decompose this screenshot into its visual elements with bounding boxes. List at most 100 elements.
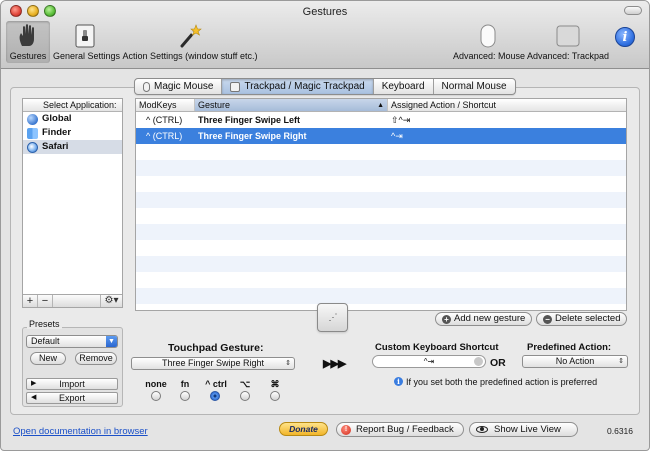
- switch-icon: [53, 23, 117, 49]
- list-item-global[interactable]: Global: [23, 112, 122, 126]
- remove-preset-button[interactable]: Remove: [75, 352, 117, 365]
- info-small-icon: i: [394, 377, 403, 386]
- updown-icon: ⇕: [285, 360, 291, 367]
- toolbar-advanced-mouse[interactable]: Advanced: Mouse: [453, 23, 526, 61]
- modifier-radio-fn[interactable]: [180, 391, 190, 401]
- toolbar-action-settings-label: Action Settings (window stuff etc.): [122, 51, 258, 61]
- cell-action: ^⇥: [391, 131, 403, 141]
- predefined-action-value: No Action: [555, 356, 595, 366]
- tab-trackpad[interactable]: Trackpad / Magic Trackpad: [222, 79, 374, 94]
- cell-gesture: Three Finger Swipe Left: [198, 115, 301, 125]
- clear-icon[interactable]: [474, 357, 483, 366]
- column-gesture-label: Gesture: [198, 100, 231, 110]
- toolbar-toggle-button[interactable]: [624, 6, 642, 15]
- toolbar-general-settings[interactable]: General Settings: [53, 23, 121, 61]
- empty-row: [136, 240, 626, 256]
- chevron-down-icon: ▼: [106, 336, 117, 347]
- list-item-safari[interactable]: Safari: [23, 140, 122, 154]
- arrows-indicator: ▶▶▶: [323, 358, 346, 370]
- modifier-radio-none[interactable]: [151, 391, 161, 401]
- import-label: Import: [59, 379, 85, 389]
- three-dots-icon: ⋰: [328, 312, 338, 322]
- tab-normal-mouse-label: Normal Mouse: [441, 81, 507, 92]
- export-label: Export: [58, 393, 85, 403]
- app-window: Gestures Gestures General Settings Actio…: [0, 0, 650, 451]
- remove-application-button[interactable]: −: [38, 295, 53, 307]
- magic-mouse-icon: [143, 81, 150, 92]
- cell-modkeys: ^ (CTRL): [146, 115, 183, 125]
- toolbar-gestures-label: Gestures: [9, 51, 47, 61]
- shortcut-field-value: ^⇥: [423, 357, 435, 366]
- tab-magic-mouse[interactable]: Magic Mouse: [135, 79, 223, 94]
- predefined-action-select[interactable]: No Action ⇕: [522, 355, 628, 368]
- predefined-action-title: Predefined Action:: [527, 342, 612, 353]
- gesture-table: ModKeys Gesture ▲ Assigned Action / Short…: [135, 98, 627, 311]
- add-application-button[interactable]: +: [23, 295, 38, 307]
- modifier-radio-command[interactable]: [270, 391, 280, 401]
- import-button[interactable]: ▶ Import: [26, 378, 118, 390]
- tab-magic-mouse-label: Magic Mouse: [154, 81, 214, 92]
- documentation-link[interactable]: Open documentation in browser: [13, 426, 148, 437]
- empty-row: [136, 208, 626, 224]
- report-bug-label: Report Bug / Feedback: [356, 424, 454, 435]
- list-item-finder[interactable]: Finder: [23, 126, 122, 140]
- delete-gesture-button[interactable]: − Delete selected: [536, 312, 628, 326]
- device-tabs: Magic Mouse Trackpad / Magic Trackpad Ke…: [134, 78, 516, 95]
- list-item-label: Safari: [42, 141, 69, 152]
- empty-row: [136, 176, 626, 192]
- preset-select-value: Default: [31, 336, 60, 346]
- trackpad-tab-icon: [230, 81, 241, 92]
- gear-icon[interactable]: ⚙▾: [100, 295, 122, 307]
- trackpad-preview-button[interactable]: ⋰: [317, 303, 348, 332]
- empty-row: [136, 288, 626, 304]
- custom-shortcut-title: Custom Keyboard Shortcut: [375, 342, 499, 353]
- application-list: Select Application: Global Finder Safari…: [22, 98, 123, 308]
- report-bug-button[interactable]: ! Report Bug / Feedback: [336, 422, 464, 437]
- column-gesture[interactable]: Gesture ▲: [195, 99, 388, 111]
- modifier-label-fn: fn: [180, 379, 190, 389]
- triangle-right-icon: ▶: [31, 380, 37, 387]
- tab-keyboard-label: Keyboard: [381, 81, 425, 92]
- plus-icon: +: [442, 314, 451, 324]
- touchpad-gesture-title: Touchpad Gesture:: [168, 342, 264, 354]
- gesture-table-header: ModKeys Gesture ▲ Assigned Action / Short…: [136, 99, 626, 112]
- modifier-radio-ctrl[interactable]: [210, 391, 220, 401]
- empty-row: [136, 144, 626, 160]
- toolbar-gestures[interactable]: Gestures: [6, 21, 50, 63]
- live-view-button[interactable]: Show Live View: [469, 422, 578, 437]
- empty-row: [136, 224, 626, 240]
- toolbar-advanced-mouse-label: Advanced: Mouse: [453, 51, 526, 61]
- add-gesture-button[interactable]: + Add new gesture: [435, 312, 533, 326]
- export-button[interactable]: ◀ Export: [26, 392, 118, 404]
- modifier-label-none: none: [145, 379, 167, 389]
- toolbar: Gestures Gestures General Settings Actio…: [1, 1, 649, 69]
- tab-keyboard[interactable]: Keyboard: [374, 79, 434, 94]
- toolbar-advanced-trackpad[interactable]: Advanced: Trackpad: [527, 23, 609, 61]
- column-assigned-action[interactable]: Assigned Action / Shortcut: [388, 99, 626, 111]
- globe-icon: [27, 113, 38, 125]
- toolbar-action-settings[interactable]: Action Settings (window stuff etc.): [121, 23, 259, 61]
- eye-icon: [476, 426, 488, 433]
- donate-button[interactable]: Donate: [279, 422, 328, 436]
- cell-gesture: Three Finger Swipe Right: [198, 131, 307, 141]
- info-icon[interactable]: i: [615, 27, 635, 47]
- or-label: OR: [490, 357, 506, 369]
- trackpad-icon: [527, 23, 609, 49]
- sort-ascending-icon: ▲: [377, 102, 384, 109]
- new-preset-button[interactable]: New: [30, 352, 66, 365]
- tab-normal-mouse[interactable]: Normal Mouse: [434, 79, 515, 94]
- modifier-label-ctrl: ^ ctrl: [205, 379, 227, 389]
- toolbar-general-settings-label: General Settings: [53, 51, 121, 61]
- touchpad-gesture-select[interactable]: Three Finger Swipe Right ⇕: [131, 357, 295, 370]
- cell-modkeys: ^ (CTRL): [146, 131, 183, 141]
- shortcut-field[interactable]: ^⇥: [372, 355, 486, 368]
- table-row[interactable]: ^ (CTRL) Three Finger Swipe Left ⇧^⇥: [136, 112, 626, 128]
- touchpad-gesture-value: Three Finger Swipe Right: [161, 358, 265, 368]
- tab-trackpad-label: Trackpad / Magic Trackpad: [244, 81, 365, 92]
- preset-select[interactable]: Default ▼: [26, 335, 118, 348]
- modifier-radio-option[interactable]: [240, 391, 250, 401]
- table-row[interactable]: ^ (CTRL) Three Finger Swipe Right ^⇥: [136, 128, 626, 144]
- empty-row: [136, 256, 626, 272]
- column-modkeys[interactable]: ModKeys: [136, 99, 195, 111]
- mouse-icon: [453, 23, 523, 49]
